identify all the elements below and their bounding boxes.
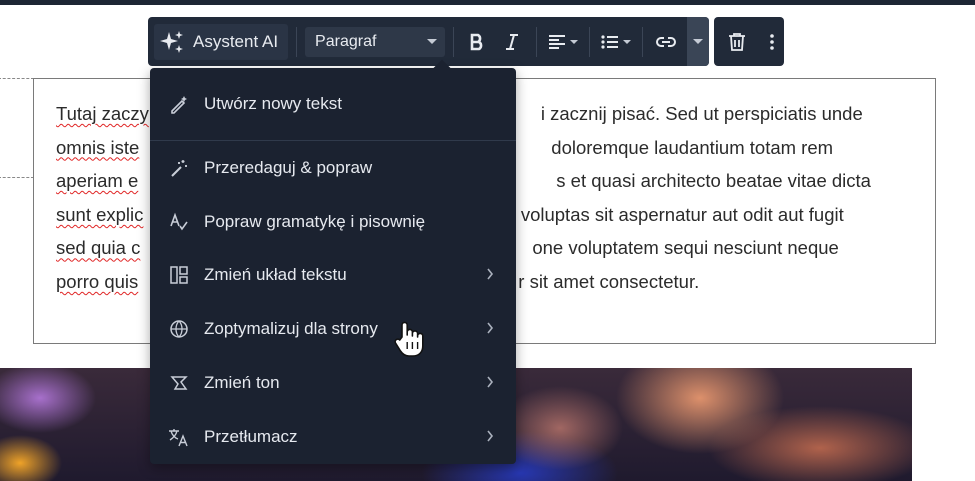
text-fragment: Tutaj zaczy [56,103,149,124]
ai-assistant-label: Asystent AI [193,31,279,51]
italic-button[interactable] [496,24,528,60]
chevron-right-icon [487,376,494,388]
menu-item-translate[interactable]: Przetłumacz [150,411,516,463]
block-type-select[interactable]: Paragraf [305,26,446,57]
layout-icon [168,264,190,286]
menu-item-label: Popraw gramatykę i pisownię [204,212,426,231]
menu-item-label: Zoptymalizuj dla strony [204,319,378,338]
sparkles-icon [160,30,183,53]
toolbar-divider [296,26,298,57]
align-left-icon [549,34,566,49]
chevron-down-icon [623,39,632,44]
top-bar [0,0,975,5]
chevron-down-icon [570,39,579,44]
menu-item-label: Przetłumacz [204,427,298,446]
more-formatting-toggle[interactable] [687,17,710,66]
menu-item-label: Zmień układ tekstu [204,265,347,284]
menu-item-optimize[interactable]: Zoptymalizuj dla strony [150,303,516,355]
block-type-value: Paragraf [315,32,377,50]
menu-item-rewrite[interactable]: Przeredaguj & popraw [150,142,516,194]
menu-item-create-text[interactable]: Utwórz nowy tekst [150,78,516,130]
toolbar-main-group: Asystent AI Paragraf [148,17,710,66]
link-button[interactable] [651,24,681,60]
translate-icon [168,426,190,448]
trash-icon [729,32,746,51]
pen-sparkle-icon [168,93,190,115]
bold-button[interactable] [462,24,492,60]
align-button[interactable] [545,24,581,60]
chevron-down-icon [693,39,704,44]
block-outline [0,78,34,178]
chevron-right-icon [487,322,494,334]
text-fragment: i zacznij pisać. Sed ut perspiciatis und… [540,103,863,124]
ai-assistant-menu: Utwórz nowy tekst Przeredaguj & popraw P… [150,59,516,464]
bold-icon [470,33,483,50]
text-fragment: omnis iste [56,136,140,158]
chevron-right-icon [487,268,494,280]
list-button[interactable] [598,24,634,60]
more-options-button[interactable] [760,24,784,60]
megaphone-icon [168,372,190,394]
spellcheck-icon [168,211,190,233]
text-fragment: porro quis [56,270,139,292]
toolbar-divider [536,26,538,57]
text-fragment: a voluptas sit aspernatur aut odit aut f… [505,203,844,225]
italic-icon [506,33,519,50]
text-fragment: s et quasi architecto beatae vitae dicta [556,170,871,192]
text-fragment: doloremque laudantium totam rem [551,136,834,158]
link-icon [656,36,677,47]
chevron-down-icon [427,39,438,44]
menu-item-label: Zmień ton [204,373,280,392]
text-fragment: one voluptatem sequi nesciunt neque [532,237,839,259]
chevron-right-icon [487,430,494,442]
text-fragment: sed quia c [56,237,141,259]
menu-item-label: Utwórz nowy tekst [204,94,342,113]
magic-wand-icon [168,157,190,179]
hand-cursor-icon [394,321,424,357]
toolbar-divider [589,26,591,57]
editor-toolbar: Asystent AI Paragraf [148,17,785,66]
menu-divider [150,140,516,141]
list-icon [601,34,619,49]
toolbar-divider [453,26,455,57]
menu-item-label: Przeredaguj & popraw [204,158,373,177]
text-fragment: aperiam e [56,170,139,192]
menu-item-layout[interactable]: Zmień układ tekstu [150,249,516,301]
ai-assistant-button[interactable]: Asystent AI [154,23,289,60]
toolbar-actions-group [714,17,785,66]
toolbar-divider [642,26,644,57]
delete-button[interactable] [714,24,760,60]
menu-item-grammar[interactable]: Popraw gramatykę i pisownię [150,196,516,248]
kebab-icon [770,33,774,50]
text-fragment: r sit amet consectetur. [518,270,700,292]
globe-icon [168,318,190,340]
menu-item-change-tone[interactable]: Zmień ton [150,357,516,409]
text-fragment: sunt explic [56,203,144,225]
